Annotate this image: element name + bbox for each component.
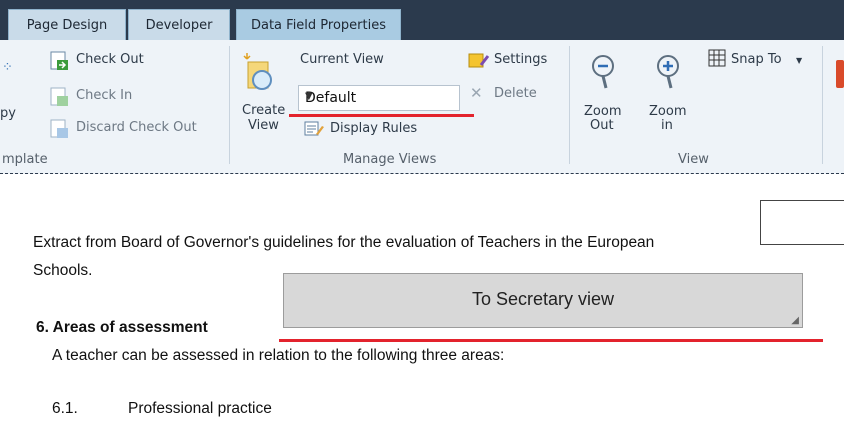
settings-label: Settings [494,52,548,67]
group-divider [822,46,823,164]
annotation-underline [289,114,474,117]
zoom-in-icon [657,55,679,89]
current-view-label: Current View [300,52,384,67]
snap-to-label: Snap To [731,52,782,67]
to-secretary-view-button[interactable]: To Secretary view ◢ [283,273,803,328]
intro-text-line-1: Extract from Board of Governor's guideli… [33,234,655,251]
check-out-icon [50,51,68,70]
tab-data-field-properties[interactable]: Data Field Properties [236,9,401,40]
resize-grip-icon: ◢ [791,315,799,326]
discard-check-out-icon [50,119,68,138]
delete-icon: ✕ [470,84,483,102]
check-out-label: Check Out [76,52,144,67]
intro-text-line-2: Schools. [33,262,93,279]
section-heading: 6. Areas of assessment [36,319,208,336]
partial-label: py [0,106,16,121]
display-rules-label: Display Rules [330,121,418,136]
zoom-out-label-top: Zoom [584,104,622,119]
list-item-number: 6.1. [52,400,78,417]
manage-views-group-label: Manage Views [343,152,437,167]
zoom-out-label-bottom: Out [590,118,614,133]
zoom-out-icon [592,55,614,89]
to-secretary-view-label: To Secretary view [471,289,615,309]
section-body: A teacher can be assessed in relation to… [52,347,505,364]
settings-icon [468,53,490,68]
chevron-down-icon: ▼ [796,56,803,65]
current-view-dropdown[interactable]: Default ▼ [298,85,460,111]
template-group-label: mplate [2,152,48,167]
create-view-icon [243,53,272,90]
view-group-label: View [678,152,709,167]
ribbon-tab-bar: Page Design Developer Data Field Propert… [0,0,844,40]
partial-icon [836,60,844,88]
zoom-in-label-top: Zoom [649,104,687,119]
display-rules-icon [304,121,324,136]
ribbon: ⁘ py Check Out Check In Discard Check Ou… [0,40,844,174]
tab-page-design[interactable]: Page Design [8,9,126,40]
annotation-underline [279,339,823,342]
check-in-label: Check In [76,88,133,103]
partial-icon: ⁘ [2,60,13,75]
zoom-in-label-bottom: in [661,118,673,133]
list-item-text: Professional practice [128,400,272,417]
tab-developer[interactable]: Developer [128,9,230,40]
discard-check-out-label: Discard Check Out [76,120,197,135]
grid-icon [708,49,726,67]
create-view-label-bottom: View [248,118,279,133]
text-box-field[interactable] [760,200,844,245]
chevron-down-icon: ▼ [305,91,313,102]
group-divider [569,46,570,164]
create-view-label-top: Create [242,103,286,118]
check-in-icon [50,87,68,106]
group-divider [229,46,230,164]
delete-label: Delete [494,86,537,101]
